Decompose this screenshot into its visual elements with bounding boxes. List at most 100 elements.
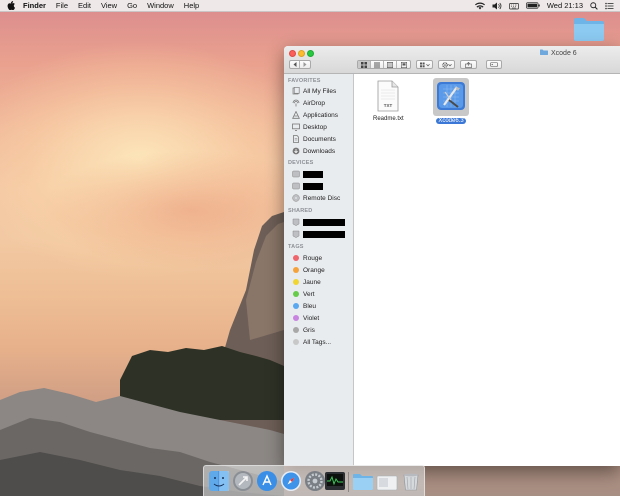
shared-computer-icon: [292, 230, 300, 238]
airdrop-icon: [292, 99, 300, 107]
shared-computer-icon: [292, 218, 300, 226]
battery-icon[interactable]: [526, 2, 540, 9]
drive-icon: [292, 182, 300, 190]
forward-button[interactable]: [300, 61, 310, 68]
sidebar-tag-bleu[interactable]: Bleu: [292, 301, 316, 311]
share-button[interactable]: [460, 60, 477, 69]
folder-icon: [540, 49, 548, 57]
minimize-button[interactable]: [298, 50, 305, 57]
sidebar-item-device-1[interactable]: [292, 169, 323, 179]
applications-icon: [292, 111, 300, 119]
view-mode-control: [357, 60, 411, 69]
list-view-button[interactable]: [371, 61, 385, 68]
volume-icon[interactable]: [492, 2, 502, 10]
tag-color-dot: [293, 327, 299, 333]
back-forward-control: [289, 60, 311, 69]
app-store-icon[interactable]: [256, 470, 278, 492]
redacted-shared-name: [303, 218, 345, 226]
sidebar-item-device-2[interactable]: [292, 181, 323, 191]
shared-header: SHARED: [288, 208, 313, 214]
sidebar-item-label: Orange: [303, 266, 325, 274]
menu-view[interactable]: View: [101, 1, 117, 10]
tag-color-dot: [293, 267, 299, 273]
sidebar-item-shared-2[interactable]: [292, 229, 345, 239]
downloads-stack-icon[interactable]: [376, 470, 398, 492]
cover-flow-button[interactable]: [397, 61, 410, 68]
apple-menu-icon[interactable]: [6, 1, 15, 11]
file-item[interactable]: TXT Readme.txt: [371, 80, 406, 122]
text-file-icon: TXT: [375, 80, 401, 114]
edit-tags-button[interactable]: [486, 60, 502, 69]
sidebar-tag-violet[interactable]: Violet: [292, 313, 319, 323]
redacted-device-name: [303, 182, 323, 190]
sidebar-item-label: Rouge: [303, 254, 323, 262]
menu-file[interactable]: File: [56, 1, 68, 10]
sidebar-item-label: All My Files: [303, 87, 337, 95]
menu-help[interactable]: Help: [184, 1, 199, 10]
safari-icon[interactable]: [280, 470, 302, 492]
back-button[interactable]: [290, 61, 301, 68]
zoom-button[interactable]: [307, 50, 314, 57]
file-name: Readme.txt: [373, 116, 404, 122]
sidebar-item-remote-disc[interactable]: Remote Disc: [292, 193, 340, 203]
finder-window: Xcode 6 FAVORITES All My Files AirDrop A…: [284, 46, 620, 466]
dock: [203, 465, 425, 496]
sidebar-item-label: Documents: [303, 135, 336, 143]
keyboard-input-icon[interactable]: [509, 2, 519, 10]
favorites-header: FAVORITES: [288, 78, 321, 84]
menu-bar: Finder File Edit View Go Window Help Wed…: [0, 0, 620, 12]
remote-disc-icon: [292, 194, 300, 202]
menu-edit[interactable]: Edit: [78, 1, 91, 10]
sidebar: FAVORITES All My Files AirDrop Applicati…: [284, 74, 354, 466]
all-files-icon: [292, 87, 300, 95]
sidebar-tag-vert[interactable]: Vert: [292, 289, 315, 299]
sidebar-item-label: Bleu: [303, 302, 317, 310]
xcode-app-icon: [433, 78, 469, 116]
menu-window[interactable]: Window: [147, 1, 174, 10]
spotlight-search-icon[interactable]: [590, 1, 598, 10]
window-title-text: Xcode 6: [551, 49, 577, 57]
file-browser-content: TXT Readme.txt Xcode6.3: [355, 74, 620, 466]
sidebar-item-documents[interactable]: Documents: [292, 134, 336, 144]
icon-view-button[interactable]: [358, 61, 372, 68]
column-view-button[interactable]: [384, 61, 398, 68]
menu-go[interactable]: Go: [127, 1, 137, 10]
tag-color-dot: [293, 303, 299, 309]
system-preferences-icon[interactable]: [304, 470, 326, 492]
tag-color-dot: [293, 255, 299, 261]
action-gear-button[interactable]: [438, 60, 455, 69]
sidebar-tag-orange[interactable]: Orange: [292, 265, 325, 275]
sidebar-item-desktop[interactable]: Desktop: [292, 122, 327, 132]
sidebar-item-label: Downloads: [303, 147, 336, 155]
redacted-shared-name: [303, 230, 345, 238]
sidebar-item-label: Desktop: [303, 123, 327, 131]
sidebar-item-label: AirDrop: [303, 99, 326, 107]
sidebar-item-all-my-files[interactable]: All My Files: [292, 86, 336, 96]
redacted-device-name: [303, 170, 323, 178]
dock-separator: [348, 472, 349, 492]
notification-center-icon[interactable]: [605, 2, 614, 10]
finder-icon[interactable]: [208, 470, 230, 492]
tag-color-dot: [293, 291, 299, 297]
arrange-button[interactable]: [416, 60, 433, 69]
desktop-folder-icon[interactable]: [573, 16, 605, 42]
close-button[interactable]: [289, 50, 296, 57]
activity-monitor-icon[interactable]: [324, 470, 346, 492]
file-item-selected[interactable]: Xcode6.3: [433, 78, 469, 124]
sidebar-item-applications[interactable]: Applications: [292, 110, 338, 120]
menu-app-name[interactable]: Finder: [23, 1, 46, 10]
launchpad-icon[interactable]: [232, 470, 254, 492]
trash-icon[interactable]: [400, 470, 422, 492]
sidebar-item-airdrop[interactable]: AirDrop: [292, 98, 325, 108]
sidebar-tag-rouge[interactable]: Rouge: [292, 253, 322, 263]
sidebar-item-label: Applications: [303, 111, 339, 119]
folder-icon[interactable]: [352, 470, 374, 492]
wifi-icon[interactable]: [474, 2, 485, 10]
sidebar-tag-jaune[interactable]: Jaune: [292, 277, 321, 287]
sidebar-item-downloads[interactable]: Downloads: [292, 146, 335, 156]
sidebar-tag-all-tags[interactable]: All Tags...: [292, 337, 331, 347]
menu-clock[interactable]: Wed 21:13: [547, 1, 583, 10]
window-titlebar[interactable]: Xcode 6: [284, 46, 620, 74]
sidebar-item-shared-1[interactable]: [292, 217, 345, 227]
sidebar-tag-gris[interactable]: Gris: [292, 325, 315, 335]
